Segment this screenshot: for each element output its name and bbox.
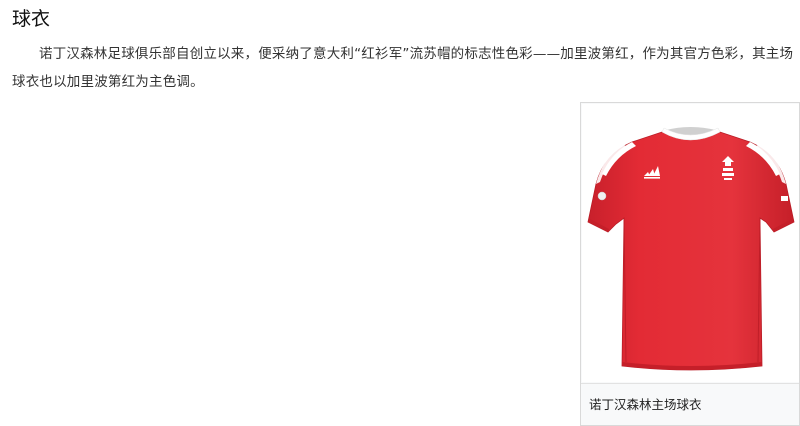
section-title: 球衣 (12, 8, 51, 30)
image-caption: 诺丁汉森林主场球衣 (581, 383, 799, 425)
image-figure: 诺丁汉森林主场球衣 (580, 102, 800, 426)
jersey-icon (587, 127, 795, 371)
jersey-image[interactable] (582, 104, 799, 382)
jersey-body (587, 131, 795, 371)
body-paragraph: 诺丁汉森林足球俱乐部自创立以来，便采纳了意大利“红衫军”流苏帽的标志性色彩——加… (12, 46, 794, 90)
